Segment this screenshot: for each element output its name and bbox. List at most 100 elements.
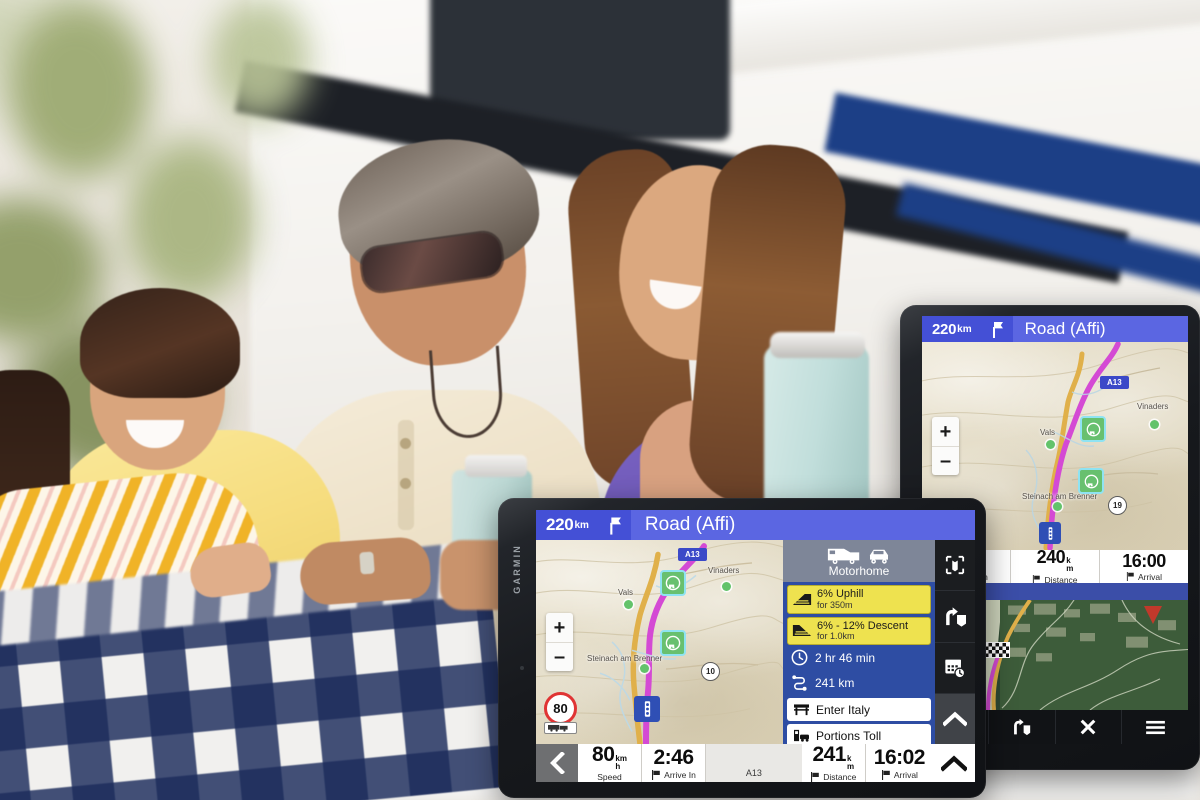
- detour-route-icon: [945, 607, 966, 627]
- motorhome-plate-icon: [544, 722, 577, 734]
- current-road-label: A13: [706, 744, 802, 782]
- vehicle-position-marker: [1039, 522, 1061, 544]
- speed-label: Speed: [597, 772, 622, 782]
- front-distance-unit: km: [574, 519, 589, 531]
- grade-alert-uphill[interactable]: 6% Uphill for 350m: [787, 585, 931, 614]
- man-shirt-placket: [398, 420, 414, 530]
- poi-dot: [722, 582, 731, 591]
- back-distance-value-bar: 240: [1036, 547, 1066, 568]
- calendar-clock-icon: [945, 659, 966, 678]
- vehicle-profile-header[interactable]: Motorhome: [783, 540, 935, 582]
- back-distance-cell[interactable]: 240 km Distance: [1011, 547, 1100, 585]
- back-arrival-value: 16:00: [1122, 550, 1166, 571]
- back-zoom-out-button[interactable]: –: [932, 446, 959, 475]
- front-zoom-out-button[interactable]: –: [546, 642, 573, 671]
- back-zoom-controls[interactable]: + –: [932, 417, 959, 475]
- back-arrival-label: Arrival: [1126, 572, 1162, 582]
- trip-schedule-button[interactable]: [935, 643, 975, 694]
- menu-button[interactable]: [1122, 710, 1188, 744]
- arrive-in-label: Arrive In: [651, 769, 696, 780]
- ambient-light-sensor: [520, 666, 524, 670]
- grade-alert-descent[interactable]: 6% - 12% Descent for 1.0km: [787, 616, 931, 646]
- flag-icon: [811, 772, 820, 782]
- detour-button[interactable]: [989, 710, 1056, 744]
- back-map-label-vals: Vals: [1040, 428, 1055, 437]
- front-street-name: Road (Affi): [644, 514, 736, 535]
- towed-car-icon: [870, 549, 888, 564]
- map-view-button[interactable]: [935, 540, 975, 592]
- back-distance-value: 220: [932, 320, 957, 338]
- back-nav-header: 220 km Road (Affi): [922, 316, 1188, 342]
- back-arrival-cell[interactable]: 16:00 Arrival: [1100, 550, 1188, 583]
- speed-cell[interactable]: 80 km h Speed: [578, 744, 642, 782]
- arrival-cell[interactable]: 16:02 Arrival: [865, 744, 933, 782]
- expand-button[interactable]: [935, 693, 975, 744]
- poi-dot: [1046, 440, 1055, 449]
- speed-limit-value: 80: [544, 692, 577, 725]
- back-map-label-vinaders: Vinaders: [1137, 402, 1169, 411]
- highway-shield-a13: A13: [678, 548, 707, 561]
- front-map-label-steinach: Steinach am Brenner: [587, 654, 663, 663]
- distance-cell[interactable]: 241 km Distance: [801, 742, 866, 782]
- grade-alert-uphill-title: 6% Uphill: [817, 588, 864, 600]
- detour-route-icon: [1013, 718, 1030, 736]
- grade-alert-uphill-text: 6% Uphill for 350m: [817, 588, 863, 611]
- front-map-view[interactable]: Vals Vinaders Steinach am Brenner A13 10: [536, 540, 783, 744]
- flag-icon: [881, 769, 890, 780]
- turn-right-flag-icon: [979, 316, 1013, 342]
- border-crossing-icon: [794, 704, 809, 716]
- back-distance-unit: km: [957, 323, 972, 335]
- poi-dot: [624, 600, 633, 609]
- motorhome-icon: [827, 548, 860, 565]
- expand-data-bar-button[interactable]: [933, 744, 975, 782]
- close-x-icon: [1080, 719, 1096, 735]
- descent-grade-icon: [792, 625, 812, 637]
- stop-navigation-button[interactable]: [1056, 710, 1123, 744]
- chip-enter-italy[interactable]: Enter Italy: [787, 698, 931, 722]
- speed-value: 80: [592, 742, 615, 766]
- front-device-screen[interactable]: 220 km Road (Affi) Vals Vinaders Steinac…: [536, 510, 975, 782]
- arrive-in-value: 2:46: [653, 745, 694, 769]
- boy-hair: [80, 288, 240, 398]
- distance-unit-bottom: m: [846, 761, 855, 771]
- poi-dot: [640, 664, 649, 673]
- campground-icon: [1078, 468, 1104, 494]
- chevron-up-icon: [943, 711, 967, 727]
- distance-label: Distance: [810, 772, 856, 782]
- front-info-panel: Motorhome 6% Uphill for 350m 6% - 12% De…: [783, 540, 935, 748]
- campground-icon: [660, 570, 686, 596]
- arrival-value: 16:02: [873, 745, 926, 769]
- front-map-label-vinaders: Vinaders: [708, 566, 740, 575]
- eta-duration-row: 2 hr 46 min: [783, 645, 935, 670]
- front-zoom-in-button[interactable]: +: [546, 613, 573, 642]
- grade-alert-uphill-sub: for 350m: [817, 599, 853, 610]
- flag-icon: [1126, 572, 1134, 581]
- speed-limit-sign: 80: [544, 692, 580, 734]
- man-shirt-button: [400, 478, 411, 489]
- arrive-in-cell[interactable]: 2:46 Arrive In: [642, 744, 706, 782]
- man-shirt-button: [400, 438, 411, 449]
- back-zoom-in-button[interactable]: +: [932, 417, 959, 446]
- thermos-lid: [770, 332, 865, 358]
- poi-dot: [1053, 502, 1062, 511]
- tumbler-lid: [465, 455, 527, 477]
- wedding-ring: [359, 551, 375, 575]
- road-shield: 10: [701, 662, 720, 681]
- eta-duration-text: 2 hr 46 min: [815, 650, 876, 665]
- detour-button[interactable]: [935, 591, 975, 643]
- vehicle-position-marker: [634, 696, 660, 722]
- distance-value: 241: [812, 742, 846, 766]
- checkered-flag-icon: [984, 642, 1010, 658]
- hamburger-menu-icon: [1145, 720, 1165, 734]
- gps-device-front[interactable]: GARMIN 220 km Road (Affi) Vals Vinaders …: [498, 498, 986, 798]
- back-button[interactable]: [536, 744, 578, 782]
- front-icon-rail[interactable]: [935, 540, 975, 744]
- back-distance-to-turn: 220 km: [922, 316, 980, 342]
- front-zoom-controls[interactable]: + –: [546, 613, 573, 671]
- front-data-bar: 80 km h Speed 2:46 Arrive In A13 241 k m…: [536, 744, 975, 782]
- route-distance-text: 241 km: [815, 675, 855, 690]
- front-distance-to-turn: 220 km: [536, 510, 597, 540]
- grade-alert-descent-sub: for 1.0km: [817, 631, 855, 642]
- campground-icon: [1080, 416, 1106, 442]
- poi-dot: [1150, 420, 1159, 429]
